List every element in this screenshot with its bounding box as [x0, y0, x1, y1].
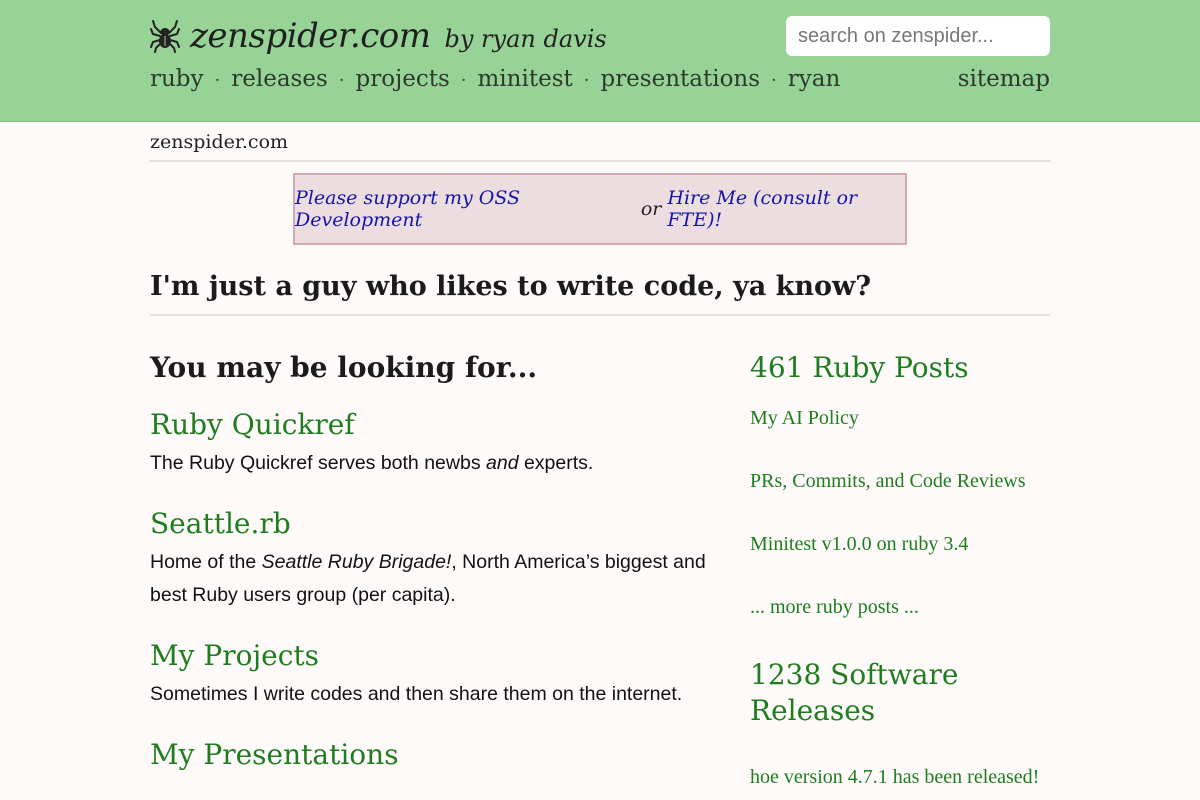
brand[interactable]: zenspider.com by ryan davis — [150, 16, 607, 56]
list-item: Seattle.rb Home of the Seattle Ruby Brig… — [150, 506, 710, 612]
my-presentations-link[interactable]: My Presentations — [150, 738, 399, 771]
sitemap-link[interactable]: sitemap — [958, 66, 1050, 92]
releases-list: hoe version 4.7.1 has been released! — [750, 765, 1050, 789]
nav-separator: · — [583, 70, 590, 91]
nav-separator: · — [771, 70, 777, 91]
site-title-link[interactable]: zenspider.com — [190, 16, 431, 56]
breadcrumb-home-link[interactable]: zenspider.com — [150, 131, 288, 153]
nav-minitest[interactable]: minitest — [478, 66, 573, 92]
main-nav: ruby · releases · projects · minitest · … — [150, 66, 840, 92]
page-tagline: I'm just a guy who likes to write code, … — [150, 271, 1050, 316]
item-description: Home of the Seattle Ruby Brigade!, North… — [150, 551, 706, 606]
support-oss-link[interactable]: Please support my OSS Development — [295, 187, 635, 231]
hire-me-link[interactable]: Hire Me (consult or FTE)! — [667, 187, 905, 231]
nav-separator: · — [338, 70, 345, 91]
item-description: The Ruby Quickref serves both newbs and … — [150, 452, 594, 474]
search-input[interactable] — [786, 16, 1050, 56]
support-or-text: or — [640, 198, 662, 220]
list-item: My Presentations — [150, 737, 710, 772]
list-item: Ruby Quickref The Ruby Quickref serves b… — [150, 407, 710, 480]
sidebar: 461 Ruby Posts My AI Policy PRs, Commits… — [750, 350, 1050, 789]
software-releases-heading-link[interactable]: 1238 Software Releases — [750, 657, 1050, 729]
ruby-posts-list: My AI Policy PRs, Commits, and Code Revi… — [750, 406, 1050, 619]
item-description: Sometimes I write codes and then share t… — [150, 683, 683, 705]
breadcrumb: zenspider.com — [150, 122, 1050, 162]
nav-separator: · — [214, 70, 221, 91]
ruby-quickref-link[interactable]: Ruby Quickref — [150, 408, 355, 441]
support-banner: Please support my OSS Development or Hir… — [293, 173, 907, 245]
nav-projects[interactable]: projects — [356, 66, 450, 92]
more-ruby-posts-link[interactable]: ... more ruby posts ... — [750, 595, 1050, 619]
looking-for-section: You may be looking for... Ruby Quickref … — [150, 350, 710, 789]
main-content: zenspider.com Please support my OSS Deve… — [150, 122, 1050, 789]
post-link[interactable]: Minitest v1.0.0 on ruby 3.4 — [750, 532, 1050, 556]
site-header: zenspider.com by ryan davis ruby · relea… — [0, 0, 1200, 122]
looking-for-heading: You may be looking for... — [150, 351, 538, 384]
post-link[interactable]: PRs, Commits, and Code Reviews — [750, 469, 1050, 493]
post-link[interactable]: My AI Policy — [750, 406, 1050, 430]
byline: by ryan davis — [444, 25, 607, 53]
my-projects-link[interactable]: My Projects — [150, 639, 319, 672]
spider-icon — [150, 19, 180, 53]
list-item: My Projects Sometimes I write codes and … — [150, 638, 710, 711]
nav-presentations[interactable]: presentations — [600, 66, 760, 92]
nav-separator: · — [460, 70, 467, 91]
nav-ruby[interactable]: ruby — [150, 66, 204, 92]
seattle-rb-link[interactable]: Seattle.rb — [150, 507, 291, 540]
release-link[interactable]: hoe version 4.7.1 has been released! — [750, 765, 1050, 789]
nav-releases[interactable]: releases — [231, 66, 328, 92]
nav-ryan[interactable]: ryan — [788, 66, 841, 92]
ruby-posts-heading-link[interactable]: 461 Ruby Posts — [750, 350, 1050, 386]
